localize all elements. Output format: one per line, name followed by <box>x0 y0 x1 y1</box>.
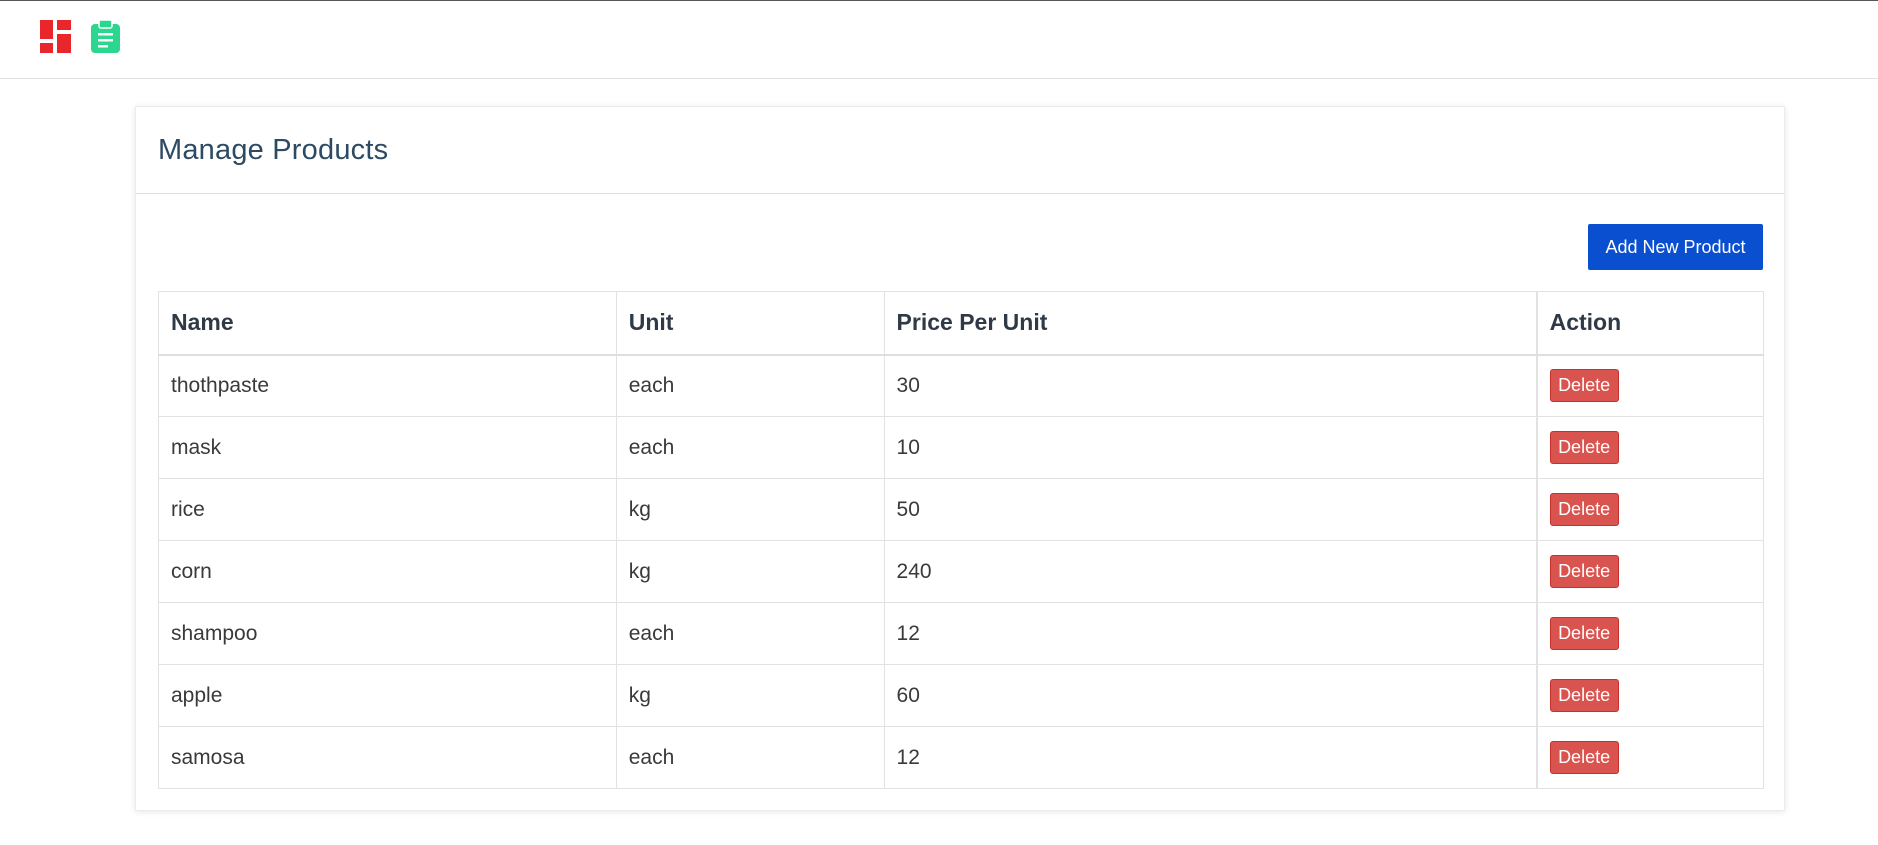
delete-button[interactable]: Delete <box>1549 555 1619 588</box>
products-table: Name Unit Price Per Unit Action thothpas… <box>158 291 1764 789</box>
product-name: samosa <box>158 726 617 789</box>
top-navbar <box>0 0 1878 79</box>
table-row: corn kg 240 Delete <box>158 540 1764 603</box>
product-price: 60 <box>883 664 1538 727</box>
product-name: thothpaste <box>158 354 617 417</box>
add-new-product-button[interactable]: Add New Product <box>1588 224 1763 270</box>
table-row: mask each 10 Delete <box>158 416 1764 479</box>
column-header-price: Price Per Unit <box>883 291 1538 356</box>
product-unit: each <box>615 416 885 479</box>
delete-button[interactable]: Delete <box>1549 741 1619 774</box>
product-unit: each <box>615 602 885 665</box>
product-unit: each <box>615 354 885 417</box>
product-price: 12 <box>883 602 1538 665</box>
product-name: rice <box>158 478 617 541</box>
table-row: shampoo each 12 Delete <box>158 602 1764 665</box>
column-header-name: Name <box>158 291 617 356</box>
card-body: Add New Product Name Unit Price Per Unit… <box>136 194 1784 811</box>
column-header-unit: Unit <box>615 291 885 356</box>
delete-button[interactable]: Delete <box>1549 369 1619 403</box>
card-header: Manage Products <box>136 107 1784 194</box>
product-name: apple <box>158 664 617 727</box>
product-unit: kg <box>615 478 885 541</box>
delete-button[interactable]: Delete <box>1549 431 1619 464</box>
action-cell: Delete <box>1535 664 1764 727</box>
action-cell: Delete <box>1535 354 1764 417</box>
column-header-action: Action <box>1535 291 1764 356</box>
product-price: 50 <box>883 478 1538 541</box>
action-cell: Delete <box>1535 726 1764 789</box>
delete-button[interactable]: Delete <box>1549 493 1619 526</box>
product-name: mask <box>158 416 617 479</box>
product-price: 240 <box>883 540 1538 603</box>
delete-button[interactable]: Delete <box>1549 617 1619 650</box>
product-price: 12 <box>883 726 1538 789</box>
table-header-row: Name Unit Price Per Unit Action <box>158 291 1764 356</box>
product-price: 10 <box>883 416 1538 479</box>
table-row: rice kg 50 Delete <box>158 478 1764 541</box>
action-cell: Delete <box>1535 540 1764 603</box>
product-name: shampoo <box>158 602 617 665</box>
product-price: 30 <box>883 354 1538 417</box>
action-cell: Delete <box>1535 602 1764 665</box>
delete-button[interactable]: Delete <box>1549 679 1619 712</box>
table-row: thothpaste each 30 Delete <box>158 354 1764 417</box>
product-unit: kg <box>615 540 885 603</box>
dashboard-icon[interactable] <box>40 20 71 53</box>
table-row: samosa each 12 Delete <box>158 726 1764 789</box>
manage-products-card: Manage Products Add New Product Name Uni… <box>135 106 1785 811</box>
product-name: corn <box>158 540 617 603</box>
action-cell: Delete <box>1535 416 1764 479</box>
product-unit: kg <box>615 664 885 727</box>
table-row: apple kg 60 Delete <box>158 664 1764 727</box>
action-cell: Delete <box>1535 478 1764 541</box>
page-title: Manage Products <box>158 133 389 166</box>
clipboard-icon[interactable] <box>90 20 121 53</box>
product-unit: each <box>615 726 885 789</box>
